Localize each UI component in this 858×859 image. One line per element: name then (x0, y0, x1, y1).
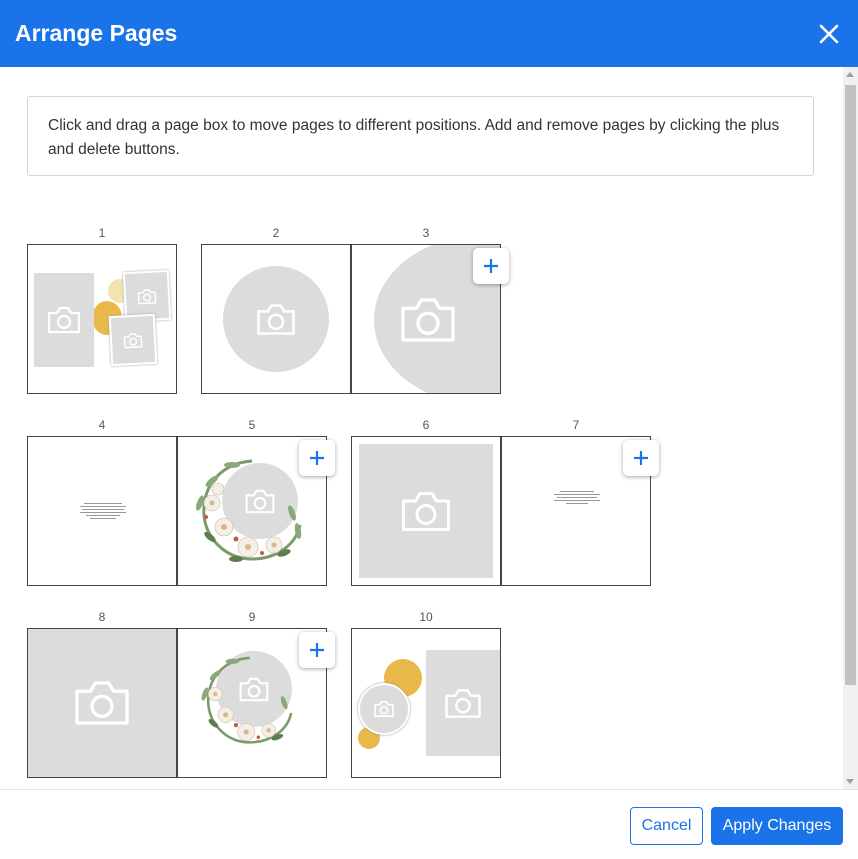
close-icon[interactable] (816, 21, 842, 47)
page-10[interactable] (351, 628, 501, 778)
camera-icon (445, 688, 481, 718)
page-number-2: 2 (272, 226, 280, 240)
page-6[interactable] (351, 436, 501, 586)
plus-icon (634, 451, 648, 465)
page-4[interactable] (27, 436, 177, 586)
add-page-button[interactable] (299, 632, 335, 668)
plus-icon (484, 259, 498, 273)
cancel-button[interactable]: Cancel (630, 807, 703, 845)
vertical-scrollbar[interactable] (843, 67, 858, 789)
photo-placeholder (223, 266, 329, 372)
page-number-8: 8 (98, 610, 106, 624)
photo-placeholder (358, 683, 410, 735)
camera-icon (402, 491, 450, 531)
photo-placeholder (28, 629, 176, 777)
dialog-footer: Cancel Apply Changes (0, 789, 858, 859)
page-number-4: 4 (98, 418, 106, 432)
camera-icon (257, 303, 295, 335)
floral-wreath-icon (196, 459, 302, 562)
photo-placeholder (426, 650, 500, 756)
text-block (554, 489, 600, 506)
plus-icon (310, 643, 324, 657)
page-number-1: 1 (98, 226, 106, 240)
dialog-header: Arrange Pages (0, 0, 858, 67)
page-number-7: 7 (572, 418, 580, 432)
scrollbar-thumb[interactable] (845, 85, 856, 685)
camera-icon (123, 332, 143, 348)
camera-icon (137, 288, 157, 304)
page-number-6: 6 (422, 418, 430, 432)
floral-wreath-icon (201, 656, 293, 744)
photo-placeholder (359, 444, 493, 578)
arrange-pages-dialog: Arrange Pages Click and drag a page box … (0, 0, 858, 859)
text-block (80, 501, 126, 521)
scroll-up-icon[interactable] (846, 72, 854, 77)
camera-icon (374, 701, 394, 717)
page-number-3: 3 (422, 226, 430, 240)
camera-icon (47, 306, 81, 334)
dialog-title: Arrange Pages (15, 20, 178, 46)
instructions-box: Click and drag a page box to move pages … (27, 96, 814, 176)
scroll-down-icon[interactable] (846, 779, 854, 784)
apply-changes-button[interactable]: Apply Changes (711, 807, 843, 845)
page-2[interactable] (201, 244, 351, 394)
page-8[interactable] (27, 628, 177, 778)
page-number-5: 5 (248, 418, 256, 432)
add-page-button[interactable] (299, 440, 335, 476)
camera-icon (75, 681, 129, 725)
plus-icon (310, 451, 324, 465)
page-number-10: 10 (419, 610, 433, 624)
photo-placeholder (34, 273, 94, 367)
camera-icon (401, 298, 455, 342)
page-1[interactable] (27, 244, 177, 394)
add-page-button[interactable] (473, 248, 509, 284)
photo-placeholder (108, 313, 158, 367)
page-number-9: 9 (248, 610, 256, 624)
dialog-body: Click and drag a page box to move pages … (0, 67, 858, 789)
add-page-button[interactable] (623, 440, 659, 476)
